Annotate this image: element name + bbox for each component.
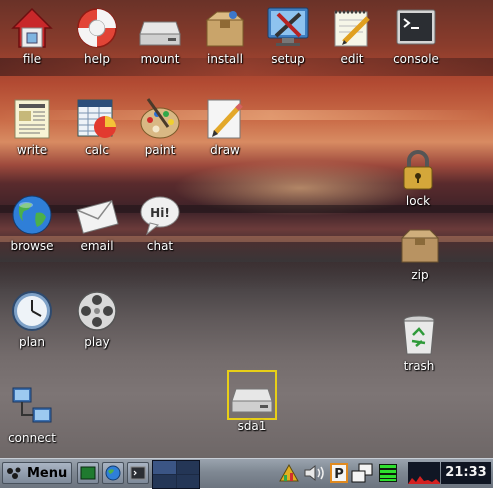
document-icon <box>14 99 50 139</box>
desktop-icon-email[interactable]: email <box>61 193 133 263</box>
desktop-icon-trash[interactable]: trash <box>383 313 455 383</box>
globe-icon <box>12 195 52 235</box>
icon-label: setup <box>271 52 305 66</box>
desktop-icon-zip[interactable]: zip <box>384 222 456 292</box>
icon-label: install <box>207 52 243 66</box>
speech-bubble-icon: Hi! <box>140 196 180 236</box>
desktop-icon-edit[interactable]: edit <box>316 6 388 76</box>
terminal-icon <box>396 9 436 45</box>
show-desktop-button[interactable] <box>77 462 99 484</box>
padlock-icon <box>403 150 433 190</box>
icon-label: file <box>22 52 42 66</box>
spreadsheet-icon <box>77 99 116 138</box>
film-reel-icon <box>77 291 117 331</box>
network-status-icon[interactable] <box>278 462 300 484</box>
trash-can-icon <box>403 315 435 355</box>
browser-launch-button[interactable] <box>102 462 124 484</box>
globe-icon <box>105 465 121 481</box>
notepad-icon <box>334 10 370 47</box>
desktop-icon-setup[interactable]: setup <box>252 6 324 76</box>
lifebuoy-icon <box>77 8 117 48</box>
icon-label: calc <box>85 143 109 157</box>
icon-label: browse <box>10 239 54 253</box>
workspace-pager <box>152 460 200 489</box>
desktop-icon-lock[interactable]: lock <box>382 148 454 218</box>
desktop-icon-play[interactable]: play <box>61 289 133 359</box>
desktop-icon <box>80 466 96 480</box>
desktop-icon-mount[interactable]: mount <box>124 6 196 76</box>
desktop-icon-console[interactable]: console <box>380 6 452 76</box>
icon-label: lock <box>405 194 431 208</box>
desktop-icon-calc[interactable]: calc <box>61 97 133 167</box>
terminal-launch-button[interactable] <box>127 462 149 484</box>
memory-meter-icon <box>379 464 397 482</box>
icon-label: help <box>84 52 110 66</box>
envelope-icon <box>76 200 119 234</box>
package-box-icon <box>205 11 245 47</box>
home-folder-icon <box>11 7 53 48</box>
desktop-background: file help mount install setup edit conso… <box>0 0 493 458</box>
chat-bubble-text: Hi! <box>150 206 170 220</box>
pencil-paper-icon <box>207 99 243 139</box>
icon-label: console <box>393 52 439 66</box>
icon-label: sda1 <box>237 419 267 433</box>
desktop-icon-sda1[interactable]: sda1 <box>216 370 288 443</box>
icon-label: chat <box>146 239 174 253</box>
icon-label: edit <box>340 52 364 66</box>
icon-label: draw <box>210 143 240 157</box>
desktop-icon-connect[interactable]: connect <box>0 385 68 455</box>
icon-label: write <box>16 143 48 157</box>
windows-switcher-icon[interactable] <box>350 462 374 484</box>
icon-label: trash <box>403 359 435 373</box>
menu-button[interactable]: Menu <box>2 462 72 484</box>
workspace-4[interactable] <box>176 475 199 488</box>
desktop-icon-file[interactable]: file <box>0 6 68 76</box>
network-icon <box>12 387 52 423</box>
tools-icon <box>267 7 309 46</box>
power-profile-icon[interactable]: P <box>330 462 348 484</box>
desktop-icon-install[interactable]: install <box>189 6 261 76</box>
drive-icon <box>227 370 277 420</box>
icon-label: zip <box>411 268 429 282</box>
icon-label: paint <box>144 143 176 157</box>
volume-icon[interactable] <box>302 462 326 484</box>
menu-logo-icon <box>7 467 21 479</box>
icon-label: play <box>84 335 110 349</box>
desktop-icon-write[interactable]: write <box>0 97 68 167</box>
desktop-icon-draw[interactable]: draw <box>189 97 261 167</box>
clock-icon <box>12 291 52 331</box>
icon-label: connect <box>8 431 56 445</box>
taskbar: Menu P 21:33 <box>0 458 493 489</box>
clock[interactable]: 21:33 <box>441 462 491 484</box>
workspace-2[interactable] <box>176 461 199 474</box>
menu-label: Menu <box>27 465 68 481</box>
workspace-3[interactable] <box>153 475 176 488</box>
icon-label: mount <box>140 52 180 66</box>
workspace-1[interactable] <box>153 461 176 474</box>
desktop-icon-chat[interactable]: Hi! chat <box>124 193 196 263</box>
desktop-icon-plan[interactable]: plan <box>0 289 68 359</box>
desktop-icon-help[interactable]: help <box>61 6 133 76</box>
drive-icon <box>139 21 181 46</box>
archive-box-icon <box>400 229 440 263</box>
desktop-icon-browse[interactable]: browse <box>0 193 68 263</box>
palette-icon <box>140 98 180 139</box>
icon-label: email <box>80 239 114 253</box>
terminal-icon <box>130 466 146 480</box>
desktop-icon-paint[interactable]: paint <box>124 97 196 167</box>
cpu-graph-icon <box>408 462 440 484</box>
icon-label: plan <box>19 335 45 349</box>
svg-text:P: P <box>334 467 344 482</box>
